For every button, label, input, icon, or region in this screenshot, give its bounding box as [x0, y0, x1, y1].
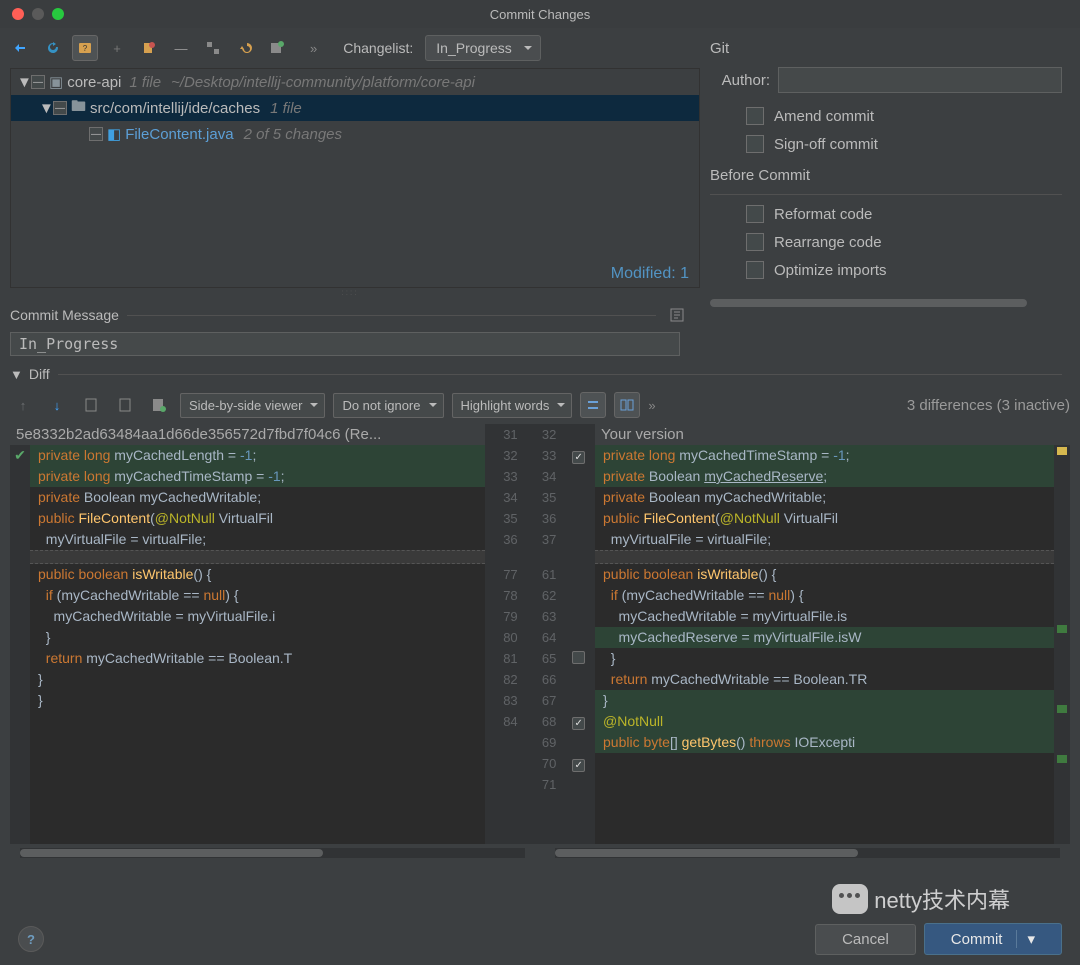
left-pane-title: 5e8332b2ad63484aa1d66de356572d7fbd7f04c6…	[10, 424, 485, 445]
rearrange-label: Rearrange code	[774, 234, 882, 251]
expand-collapse-icon[interactable]	[200, 35, 226, 61]
add-icon[interactable]: +	[104, 35, 130, 61]
changes-toolbar: ? + — » Changelist: In_Progress	[0, 28, 700, 68]
left-hscroll[interactable]	[20, 848, 525, 858]
diff-toolbar: ↑ ↓ Side-by-side viewer Do not ignore Hi…	[0, 386, 1080, 424]
refresh-icon[interactable]	[40, 35, 66, 61]
changelist-label: Changelist:	[343, 40, 413, 56]
reformat-checkbox[interactable]	[746, 205, 764, 223]
optimize-label: Optimize imports	[774, 262, 887, 279]
checkbox-icon[interactable]: —	[53, 101, 67, 115]
tree-file-row[interactable]: — ◧ FileContent.java 2 of 5 changes	[11, 121, 699, 147]
signoff-label: Sign-off commit	[774, 136, 878, 153]
window-title: Commit Changes	[490, 7, 590, 22]
chevron-down-icon[interactable]: ▾	[1016, 930, 1035, 948]
checkbox-icon[interactable]: —	[89, 127, 103, 141]
watermark: netty技术内幕	[832, 883, 1010, 915]
git-section-header: Git	[710, 40, 1062, 57]
resize-grip[interactable]: ::::	[0, 288, 700, 298]
prev-diff-icon[interactable]: ↑	[10, 392, 36, 418]
new-changelist-icon[interactable]	[264, 35, 290, 61]
module-icon: ▣	[49, 73, 63, 91]
revert-icon[interactable]	[232, 35, 258, 61]
modified-count: Modified: 1	[611, 265, 689, 283]
sync-scroll-icon[interactable]	[614, 392, 640, 418]
line-number-gutters: 3132333435367778798081828384 32333435363…	[485, 424, 595, 844]
amend-label: Amend commit	[774, 108, 874, 125]
compare-prev-file-icon[interactable]	[78, 392, 104, 418]
delete-changelist-icon[interactable]	[136, 35, 162, 61]
group-by-directory-icon[interactable]: ?	[72, 35, 98, 61]
maximize-window-button[interactable]	[52, 8, 64, 20]
left-status-gutter: ✔	[10, 445, 30, 844]
diff-status: 3 differences (3 inactive)	[907, 397, 1070, 414]
titlebar: Commit Changes	[0, 0, 1080, 28]
rearrange-checkbox[interactable]	[746, 233, 764, 251]
tree-package-row[interactable]: ▼ — 🖿 src/com/intellij/ide/caches 1 file	[11, 95, 699, 121]
collapse-unchanged-icon[interactable]	[580, 392, 606, 418]
checkbox-icon[interactable]: —	[31, 75, 45, 89]
close-window-button[interactable]	[12, 8, 24, 20]
ignore-mode-dropdown[interactable]: Do not ignore	[333, 393, 443, 418]
amend-checkbox[interactable]	[746, 107, 764, 125]
edit-source-icon[interactable]	[146, 392, 172, 418]
signoff-checkbox[interactable]	[746, 135, 764, 153]
folder-icon: 🖿	[71, 96, 86, 121]
highlight-mode-dropdown[interactable]: Highlight words	[452, 393, 573, 418]
diff-view: 5e8332b2ad63484aa1d66de356572d7fbd7f04c6…	[10, 424, 1070, 844]
reformat-label: Reformat code	[774, 206, 872, 223]
right-code[interactable]: private long myCachedTimeStamp = -1;priv…	[595, 445, 1054, 844]
dialog-button-bar: ? Cancel Commit▾	[0, 913, 1080, 965]
svg-text:?: ?	[83, 44, 88, 53]
history-icon[interactable]	[664, 302, 690, 328]
commit-message-label: Commit Message	[10, 307, 119, 323]
compare-next-file-icon[interactable]	[112, 392, 138, 418]
viewer-mode-dropdown[interactable]: Side-by-side viewer	[180, 393, 325, 418]
right-hscroll[interactable]	[555, 848, 1060, 858]
minimize-window-button[interactable]	[32, 8, 44, 20]
optimize-checkbox[interactable]	[746, 261, 764, 279]
changes-tree[interactable]: ▼ — ▣ core-api 1 file ~/Desktop/intellij…	[10, 68, 700, 288]
author-input[interactable]	[778, 67, 1062, 93]
help-button[interactable]: ?	[18, 926, 44, 952]
commit-button[interactable]: Commit▾	[924, 923, 1062, 955]
tree-module-row[interactable]: ▼ — ▣ core-api 1 file ~/Desktop/intellij…	[11, 69, 699, 95]
settings-scrollbar[interactable]	[710, 299, 1027, 307]
cancel-button[interactable]: Cancel	[815, 924, 916, 955]
show-diff-icon[interactable]	[8, 35, 34, 61]
before-commit-header: Before Commit	[710, 167, 1062, 184]
commit-message-input[interactable]	[10, 332, 680, 356]
java-file-icon: ◧	[107, 125, 121, 143]
right-pane-title: Your version	[595, 424, 1070, 445]
left-code[interactable]: private long myCachedLength = -1;private…	[30, 445, 485, 844]
next-diff-icon[interactable]: ↓	[44, 392, 70, 418]
remove-icon[interactable]: —	[168, 35, 194, 61]
diff-section-header: Diff	[29, 366, 50, 382]
right-error-stripe[interactable]	[1054, 445, 1070, 844]
changelist-dropdown[interactable]: In_Progress	[425, 35, 540, 61]
author-label: Author:	[710, 72, 770, 89]
